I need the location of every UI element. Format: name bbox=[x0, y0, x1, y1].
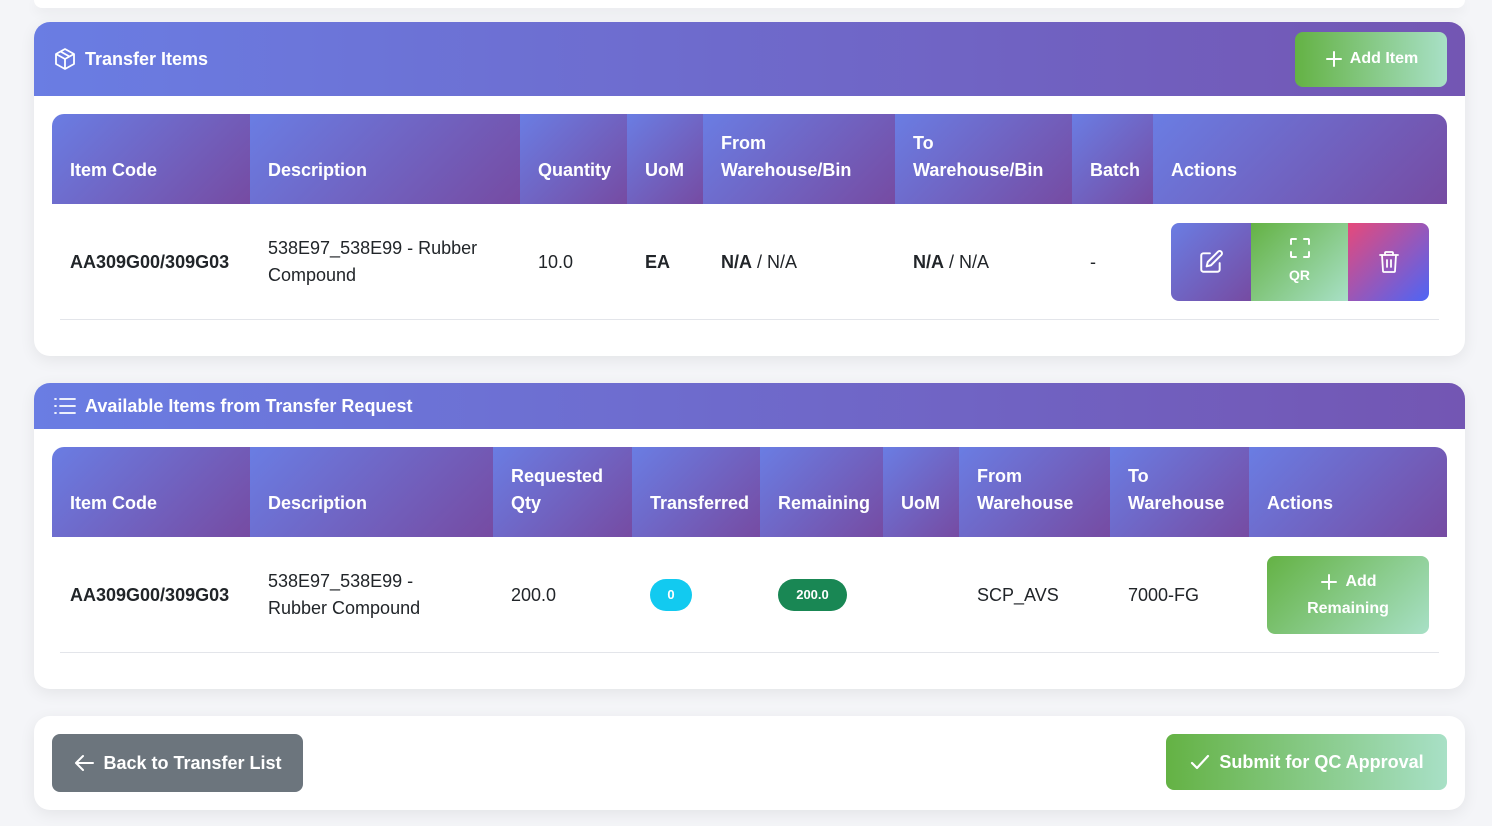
box-icon bbox=[53, 47, 77, 71]
check-icon bbox=[1189, 752, 1211, 772]
actions-cell: Add Remaining bbox=[1249, 537, 1447, 653]
uom-cell bbox=[883, 537, 959, 653]
plus-icon bbox=[1319, 572, 1339, 592]
from-warehouse-cell: SCP_AVS bbox=[977, 584, 1059, 605]
col-item-code: Item Code bbox=[52, 114, 250, 204]
back-to-transfer-list-button[interactable]: Back to Transfer List bbox=[52, 734, 303, 792]
remaining-badge: 200.0 bbox=[778, 579, 847, 611]
col-actions: Actions bbox=[1249, 447, 1447, 537]
available-items-title-text: Available Items from Transfer Request bbox=[85, 395, 413, 416]
edit-icon bbox=[1198, 249, 1224, 275]
col-to-warehouse: To Warehouse bbox=[1110, 447, 1249, 537]
row-divider bbox=[60, 652, 1439, 653]
available-items-header: Available Items from Transfer Request bbox=[34, 383, 1465, 429]
col-transferred: Transferred bbox=[632, 447, 760, 537]
col-batch: Batch bbox=[1072, 114, 1153, 204]
transfer-items-card: Transfer Items Add Item Item Code Descri… bbox=[34, 22, 1465, 356]
col-uom: UoM bbox=[627, 114, 703, 204]
col-description: Description bbox=[250, 447, 493, 537]
transfer-items-title: Transfer Items bbox=[53, 47, 208, 71]
row-action-group: QR bbox=[1171, 223, 1429, 301]
batch-cell: - bbox=[1090, 251, 1096, 272]
transfer-items-table: Item Code Description Quantity UoM From … bbox=[52, 114, 1447, 320]
back-button-label: Back to Transfer List bbox=[103, 752, 282, 773]
available-items-header-row: Item Code Description Requested Qty Tran… bbox=[52, 447, 1447, 537]
row-divider bbox=[60, 319, 1439, 320]
transferred-cell: 0 bbox=[632, 537, 760, 653]
transfer-items-header: Transfer Items Add Item bbox=[34, 22, 1465, 96]
col-remaining: Remaining bbox=[760, 447, 883, 537]
col-item-code: Item Code bbox=[52, 447, 250, 537]
available-items-table: Item Code Description Requested Qty Tran… bbox=[52, 447, 1447, 653]
from-warehouse-bin-cell: N/A / N/A bbox=[703, 204, 895, 320]
delete-button[interactable] bbox=[1348, 223, 1429, 301]
remaining-cell: 200.0 bbox=[760, 537, 883, 653]
add-remaining-button[interactable]: Add Remaining bbox=[1267, 556, 1429, 634]
to-warehouse-value: N/A bbox=[913, 251, 944, 272]
col-to-warehouse-bin: To Warehouse/Bin bbox=[895, 114, 1072, 204]
footer-card: Back to Transfer List Submit for QC Appr… bbox=[34, 716, 1465, 810]
list-icon bbox=[53, 395, 77, 417]
col-description: Description bbox=[250, 114, 520, 204]
trash-icon bbox=[1377, 249, 1401, 275]
col-from-warehouse: From Warehouse bbox=[959, 447, 1110, 537]
quantity-cell: 10.0 bbox=[538, 251, 574, 272]
submit-button-label: Submit for QC Approval bbox=[1219, 751, 1424, 772]
actions-cell: QR bbox=[1153, 204, 1447, 320]
description-cell: 538E97_538E99 - Rubber Compound bbox=[268, 571, 421, 618]
qr-scan-icon bbox=[1288, 236, 1312, 260]
table-row: AA309G00/309G03 538E97_538E99 - Rubber C… bbox=[52, 204, 1447, 320]
edit-button[interactable] bbox=[1171, 223, 1251, 301]
item-code-cell: AA309G00/309G03 bbox=[70, 251, 230, 272]
add-remaining-line1: Add bbox=[1319, 568, 1377, 595]
requested-qty-cell: 200.0 bbox=[511, 584, 557, 605]
item-code-cell: AA309G00/309G03 bbox=[70, 584, 230, 605]
qr-label: QR bbox=[1289, 266, 1310, 283]
transfer-items-title-text: Transfer Items bbox=[85, 48, 209, 69]
add-item-button[interactable]: Add Item bbox=[1295, 31, 1447, 87]
col-actions: Actions bbox=[1153, 114, 1447, 204]
transferred-badge: 0 bbox=[650, 579, 692, 611]
col-uom: UoM bbox=[883, 447, 959, 537]
to-warehouse-bin-cell: N/A / N/A bbox=[895, 204, 1072, 320]
description-cell: 538E97_538E99 - Rubber Compound bbox=[268, 238, 478, 285]
transfer-items-header-row: Item Code Description Quantity UoM From … bbox=[52, 114, 1447, 204]
uom-cell: EA bbox=[645, 251, 671, 272]
previous-card-edge bbox=[34, 0, 1465, 8]
to-bin-value: / N/A bbox=[944, 251, 990, 272]
arrow-left-icon bbox=[73, 753, 95, 773]
from-warehouse-value: N/A bbox=[721, 251, 752, 272]
col-requested-qty: Requested Qty bbox=[493, 447, 632, 537]
to-warehouse-cell: 7000-FG bbox=[1128, 584, 1200, 605]
from-bin-value: / N/A bbox=[752, 251, 798, 272]
plus-icon bbox=[1324, 49, 1344, 69]
table-row: AA309G00/309G03 538E97_538E99 - Rubber C… bbox=[52, 537, 1447, 653]
available-items-title: Available Items from Transfer Request bbox=[53, 395, 412, 417]
available-items-card: Available Items from Transfer Request It… bbox=[34, 383, 1465, 689]
submit-for-qc-approval-button[interactable]: Submit for QC Approval bbox=[1166, 734, 1447, 790]
add-remaining-label-1: Add bbox=[1345, 573, 1377, 590]
col-from-warehouse-bin: From Warehouse/Bin bbox=[703, 114, 895, 204]
add-item-label: Add Item bbox=[1349, 50, 1419, 67]
qr-button[interactable]: QR bbox=[1251, 223, 1348, 301]
add-remaining-label-2: Remaining bbox=[1307, 600, 1389, 617]
col-quantity: Quantity bbox=[520, 114, 627, 204]
